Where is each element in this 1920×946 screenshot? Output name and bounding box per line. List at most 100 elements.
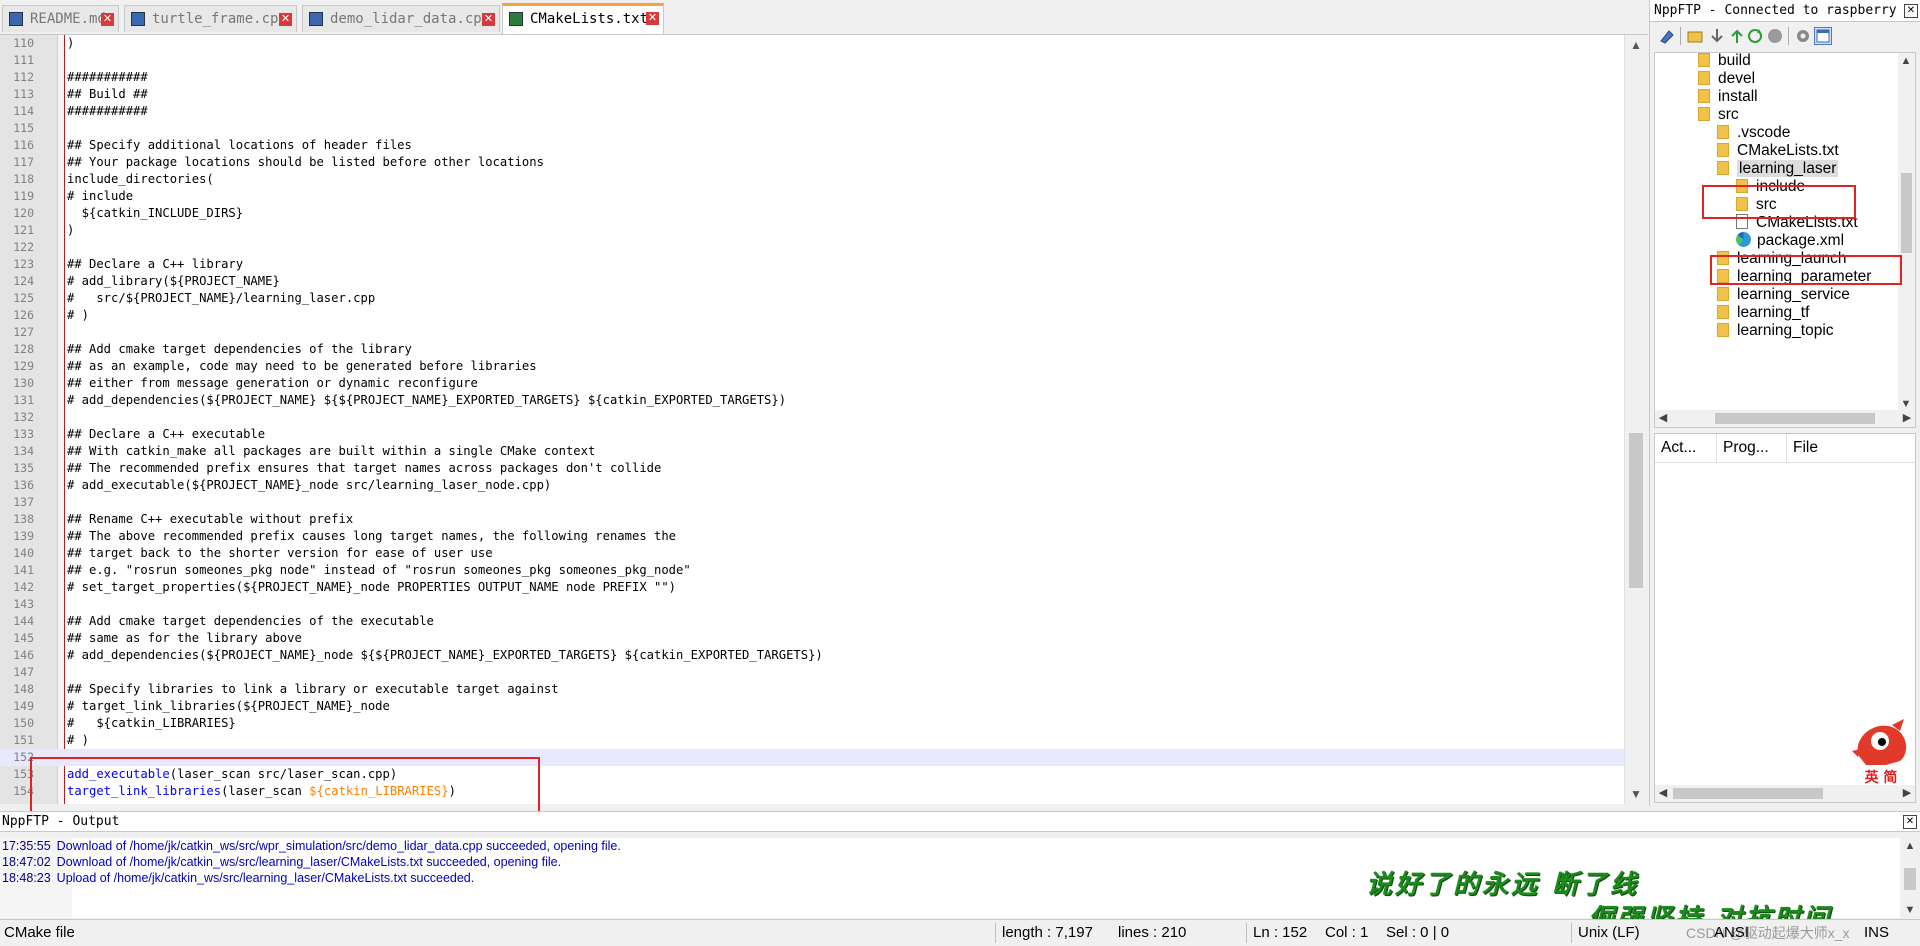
close-icon[interactable]: ✕: [279, 13, 292, 26]
scroll-left-icon[interactable]: ◀: [1655, 410, 1671, 426]
line-number: 124: [13, 274, 34, 288]
code-line[interactable]: 140 ## target back to the shorter version…: [0, 545, 1624, 562]
connect-icon[interactable]: [1658, 27, 1676, 45]
code-line[interactable]: 142 # set_target_properties(${PROJECT_NAM…: [0, 579, 1624, 596]
code-line[interactable]: 111: [0, 52, 1624, 69]
line-number: 135: [13, 461, 34, 475]
code-line[interactable]: 128 ## Add cmake target dependencies of t…: [0, 341, 1624, 358]
code-text: # add_library(${PROJECT_NAME}: [67, 274, 280, 288]
code-text: ## target back to the shorter version fo…: [67, 546, 493, 560]
refresh-icon[interactable]: [1746, 27, 1764, 45]
close-icon[interactable]: ✕: [1904, 4, 1918, 18]
line-number: 139: [13, 529, 34, 543]
scroll-up-icon[interactable]: ▲: [1625, 35, 1647, 55]
code-line[interactable]: 143: [0, 596, 1624, 613]
status-lines: lines : 210: [1118, 924, 1187, 941]
code-line[interactable]: 130 ## either from message generation or …: [0, 375, 1624, 392]
code-line[interactable]: 114 ###########: [0, 103, 1624, 120]
code-line[interactable]: 125 # src/${PROJECT_NAME}/learning_laser.…: [0, 290, 1624, 307]
code-line[interactable]: 144 ## Add cmake target dependencies of t…: [0, 613, 1624, 630]
tree-horizontal-scrollbar[interactable]: ◀ ▶: [1655, 410, 1915, 427]
gear-icon[interactable]: [1794, 27, 1812, 45]
browser-icon: [1736, 232, 1751, 247]
code-line[interactable]: 115: [0, 120, 1624, 137]
status-encoding[interactable]: ANSI: [1710, 920, 1760, 946]
line-number: 141: [13, 563, 34, 577]
scrollbar-thumb[interactable]: [1715, 413, 1875, 424]
code-line[interactable]: 147: [0, 664, 1624, 681]
code-line[interactable]: 120 ${catkin_INCLUDE_DIRS}: [0, 205, 1624, 222]
scroll-right-icon[interactable]: ▶: [1899, 785, 1915, 801]
code-line[interactable]: 150 # ${catkin_LIBRARIES}: [0, 715, 1624, 732]
close-icon[interactable]: ✕: [646, 12, 659, 25]
tree-vertical-scrollbar[interactable]: ▲ ▼: [1898, 53, 1915, 412]
status-mode[interactable]: INS: [1860, 920, 1910, 946]
output-title: NppFTP - Output ✕: [0, 812, 1920, 832]
code-line[interactable]: 113 ## Build ##: [0, 86, 1624, 103]
scrollbar-thumb[interactable]: [1901, 173, 1912, 253]
code-line[interactable]: 112 ###########: [0, 69, 1624, 86]
tab-readme[interactable]: README.md ✕: [2, 5, 119, 32]
code-line[interactable]: 139 ## The above recommended prefix cause…: [0, 528, 1624, 545]
code-line[interactable]: 136 # add_executable(${PROJECT_NAME}_node…: [0, 477, 1624, 494]
queue-col-action[interactable]: Act...: [1655, 434, 1717, 462]
code-line[interactable]: 137: [0, 494, 1624, 511]
code-line[interactable]: 122: [0, 239, 1624, 256]
queue-horizontal-scrollbar[interactable]: ◀ ▶: [1655, 785, 1915, 802]
upload-icon[interactable]: [1728, 27, 1746, 45]
code-line[interactable]: 116 ## Specify additional locations of he…: [0, 137, 1624, 154]
close-icon[interactable]: ✕: [482, 13, 495, 26]
code-line[interactable]: 146 # add_dependencies(${PROJECT_NAME}_no…: [0, 647, 1624, 664]
remote-file-tree[interactable]: build devel install src .vscode CMakeLists.tx…: [1654, 52, 1916, 428]
code-line[interactable]: 133 ## Declare a C++ executable: [0, 426, 1624, 443]
scrollbar-thumb[interactable]: [1904, 868, 1916, 890]
scroll-down-icon[interactable]: ▼: [1625, 784, 1647, 804]
tab-cmakelists[interactable]: CMakeLists.txt ✕: [502, 3, 664, 34]
code-line[interactable]: 121): [0, 222, 1624, 239]
code-line[interactable]: 145 ## same as for the library above: [0, 630, 1624, 647]
scrollbar-thumb[interactable]: [1673, 788, 1823, 799]
scroll-down-icon[interactable]: ▼: [1902, 902, 1918, 918]
code-line[interactable]: 135 ## The recommended prefix ensures tha…: [0, 460, 1624, 477]
code-line[interactable]: 117 ## Your package locations should be l…: [0, 154, 1624, 171]
scroll-left-icon[interactable]: ◀: [1655, 785, 1671, 801]
open-folder-icon[interactable]: [1686, 27, 1704, 45]
code-line[interactable]: 126 # ): [0, 307, 1624, 324]
editor-vertical-scrollbar[interactable]: ▲ ▼: [1624, 35, 1647, 804]
code-line[interactable]: 124 # add_library(${PROJECT_NAME}: [0, 273, 1624, 290]
close-icon[interactable]: ✕: [1903, 815, 1917, 829]
tab-turtle-frame[interactable]: turtle_frame.cpp ✕: [124, 5, 297, 32]
scrollbar-thumb[interactable]: [1629, 433, 1643, 588]
code-line[interactable]: 132: [0, 409, 1624, 426]
code-line[interactable]: 138 ## Rename C++ executable without pref…: [0, 511, 1624, 528]
tree-node[interactable]: learning_topic: [1717, 320, 1834, 342]
code-line[interactable]: 149 # target_link_libraries(${PROJECT_NAM…: [0, 698, 1624, 715]
code-line[interactable]: 131 # add_dependencies(${PROJECT_NAME} ${…: [0, 392, 1624, 409]
queue-col-progress[interactable]: Prog...: [1717, 434, 1787, 462]
download-icon[interactable]: [1708, 27, 1726, 45]
tab-demo-lidar[interactable]: demo_lidar_data.cpp ✕: [302, 5, 500, 32]
scroll-up-icon[interactable]: ▲: [1898, 53, 1914, 69]
tree-node-label: learning_service: [1737, 286, 1850, 303]
code-line[interactable]: 119 # include: [0, 188, 1624, 205]
scroll-up-icon[interactable]: ▲: [1902, 838, 1918, 854]
code-line[interactable]: 129 ## as an example, code may need to be…: [0, 358, 1624, 375]
output-vertical-scrollbar[interactable]: ▲ ▼: [1900, 838, 1920, 918]
code-line[interactable]: 110): [0, 35, 1624, 52]
window-icon[interactable]: [1814, 27, 1832, 45]
code-line[interactable]: 151 # ): [0, 732, 1624, 749]
code-line[interactable]: 118 include_directories(: [0, 171, 1624, 188]
scroll-right-icon[interactable]: ▶: [1899, 410, 1915, 426]
code-line[interactable]: 123 ## Declare a C++ library: [0, 256, 1624, 273]
log-message: Download of /home/jk/catkin_ws/src/wpr_s…: [56, 839, 621, 853]
code-text: ## Specify additional locations of heade…: [67, 138, 412, 152]
status-eol[interactable]: Unix (LF): [1574, 920, 1684, 946]
code-line[interactable]: 127: [0, 324, 1624, 341]
close-icon[interactable]: ✕: [101, 13, 114, 26]
code-line[interactable]: 148 ## Specify libraries to link a librar…: [0, 681, 1624, 698]
code-line[interactable]: 134 ## With catkin_make all packages are …: [0, 443, 1624, 460]
queue-col-file[interactable]: File: [1787, 434, 1915, 462]
abort-icon[interactable]: [1766, 27, 1784, 45]
code-editor[interactable]: 110) 111 112 ########### 113 ## Build ## 114 ##…: [0, 35, 1624, 804]
code-line[interactable]: 141 ## e.g. "rosrun someones_pkg node" in…: [0, 562, 1624, 579]
